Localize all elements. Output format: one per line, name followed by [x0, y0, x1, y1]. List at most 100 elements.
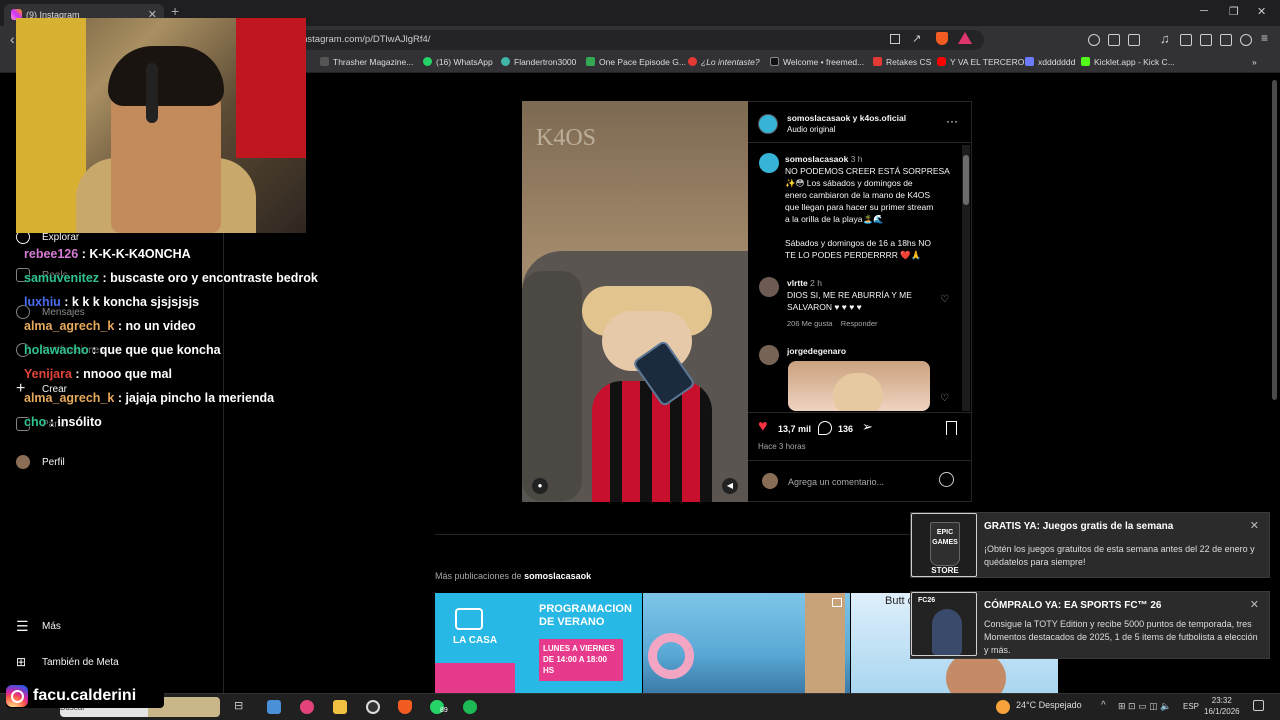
chat-message: cho : insólito	[24, 415, 102, 429]
brave-wallet-icon[interactable]	[1240, 34, 1252, 46]
tray-chevron-icon[interactable]: ^	[1101, 700, 1106, 711]
post-time: Hace 3 horas	[758, 442, 806, 451]
comment-text: DIOS SI, ME RE ABURRÍA Y ME SALVARON ♥ ♥…	[787, 290, 912, 312]
minimize-icon[interactable]: ─	[1200, 5, 1208, 17]
meta-apps-icon: ⊞	[16, 655, 27, 669]
chat-message: samuvenitez : buscaste oro y encontraste…	[24, 271, 318, 285]
page-scrollbar[interactable]	[1272, 80, 1277, 400]
bookmark-item[interactable]: Kicklet.app - Kick C...	[1081, 57, 1175, 67]
notification-center-icon[interactable]	[1253, 700, 1264, 711]
save-bookmark-icon[interactable]	[946, 421, 957, 435]
sidebar-item-mas[interactable]: ☰ Más	[16, 618, 61, 635]
weather-text[interactable]: 24°C Despejado	[1016, 700, 1082, 710]
screenshot-icon[interactable]	[890, 34, 900, 44]
close-notification-icon[interactable]: ✕	[1250, 598, 1259, 611]
music-icon[interactable]: ♫	[1160, 31, 1170, 46]
wallet-icon[interactable]	[1200, 34, 1212, 46]
maximize-icon[interactable]: ❐	[1229, 5, 1239, 18]
bookmark-item[interactable]: Y VA EL TERCERO	[937, 57, 1024, 67]
weather-icon[interactable]	[996, 700, 1010, 714]
bookmark-item[interactable]: One Pace Episode G...	[586, 57, 686, 67]
mute-icon[interactable]: ◀	[722, 478, 738, 494]
comment-avatar[interactable]	[759, 277, 779, 297]
comments-count: 136	[838, 424, 854, 434]
bookmark-item[interactable]: Thrasher Magazine...	[320, 57, 413, 67]
profile-avatar-icon	[16, 455, 30, 469]
file-explorer-icon[interactable]	[333, 700, 347, 714]
divider	[748, 460, 972, 461]
post-video[interactable]: K4OS ● ◀	[522, 101, 748, 502]
streamer-name-overlay: facu.calderini	[6, 684, 164, 708]
likes-count[interactable]: 13,7 mil	[778, 424, 811, 434]
like-heart-icon[interactable]: ♥	[758, 418, 768, 436]
emoji-icon[interactable]	[939, 472, 954, 487]
extension-2-icon[interactable]	[1128, 34, 1140, 46]
comments-scrollbar[interactable]	[962, 145, 970, 411]
vpn-icon[interactable]	[1088, 34, 1100, 46]
bookmark-item[interactable]: xddddddd	[1025, 57, 1075, 67]
audio-label[interactable]: Audio original	[787, 124, 835, 136]
author-avatar[interactable]	[758, 114, 778, 134]
sidebar-item-meta[interactable]: ⊞ También de Meta	[16, 655, 119, 669]
obs-icon[interactable]	[366, 700, 380, 714]
post-authors[interactable]: somoslacasaok y k4os.oficial	[787, 112, 906, 124]
ea-sports-notification[interactable]: FC26 CÓMPRALO YA: EA SPORTS FC™ 26 Consi…	[910, 591, 1270, 659]
clock[interactable]: 23:32 16/1/2026	[1204, 695, 1240, 717]
comment-input[interactable]: Agrega un comentario...	[788, 476, 884, 488]
fc26-game-icon: FC26	[911, 592, 977, 656]
chat-message: alma_agrech_k : no un video	[24, 319, 196, 333]
comment-icon[interactable]	[818, 421, 832, 435]
chat-message: Yenijara : nnooo que mal	[24, 367, 172, 381]
brave-rewards-icon[interactable]	[958, 32, 972, 44]
notification-title: GRATIS YA: Juegos gratis de la semana	[984, 521, 1174, 532]
divider	[748, 142, 972, 143]
chat-message: holawacho : que que que koncha	[24, 343, 221, 357]
back-icon[interactable]: ‹	[10, 31, 15, 47]
sidebar-item-perfil[interactable]: Perfil	[16, 455, 65, 469]
store-icon[interactable]	[267, 700, 281, 714]
new-tab-icon[interactable]: +	[171, 3, 179, 19]
more-post-thumb[interactable]: LA CASA PROGRAMACION DE VERANO LUNES A V…	[435, 593, 642, 693]
epic-games-icon: EPIC GAMES STORE	[911, 513, 977, 577]
streamer-webcam	[16, 18, 306, 233]
close-window-icon[interactable]: ✕	[1257, 5, 1266, 18]
share-icon[interactable]: ↗	[912, 32, 921, 45]
app-icon[interactable]	[300, 700, 314, 714]
caption-avatar[interactable]	[759, 153, 779, 173]
bookmark-item[interactable]: ¿Lo intentaste?	[688, 57, 760, 67]
bookmark-item[interactable]: Welcome • freemed...	[770, 57, 864, 67]
brave-shield-icon[interactable]	[936, 32, 948, 45]
more-bookmarks-icon[interactable]: »	[1252, 57, 1257, 67]
brave-taskbar-icon[interactable]	[398, 700, 412, 714]
bookmark-item[interactable]: Flandertron3000	[501, 57, 576, 67]
language-indicator[interactable]: ESP	[1183, 702, 1199, 711]
comment-gif	[788, 361, 930, 411]
chat-message: rebee126 : K-K-K-K4ONCHA	[24, 247, 191, 261]
more-options-icon[interactable]: ···	[946, 114, 958, 128]
sidebar-toggle-icon[interactable]	[1180, 34, 1192, 46]
spotify-icon[interactable]	[463, 700, 477, 714]
comment-header: vlrtte 2 h	[787, 278, 822, 288]
more-post-thumb[interactable]	[643, 593, 850, 693]
chat-message: alma_agrech_k : jajaja pincho la meriend…	[24, 391, 275, 405]
close-notification-icon[interactable]: ✕	[1250, 519, 1259, 532]
epic-games-notification[interactable]: EPIC GAMES STORE GRATIS YA: Juegos gratis…	[910, 512, 1270, 578]
comment-like-icon[interactable]: ♡	[940, 294, 949, 305]
notification-body: Consigue la TOTY Edition y recibe 5000 p…	[984, 619, 1258, 655]
caption-text: NO PODEMOS CREER ESTÁ SORPRESA ✨😳 Los sá…	[785, 166, 950, 224]
tray-icons[interactable]: ⊞ ⊡ ▭ ◫ 🔈	[1118, 701, 1171, 712]
puzzle-extensions-icon[interactable]	[1220, 34, 1232, 46]
tagged-users-icon[interactable]: ●	[532, 478, 548, 494]
bookmark-item[interactable]: (16) WhatsApp	[423, 57, 493, 67]
extension-icon[interactable]	[1108, 34, 1120, 46]
bookmark-item[interactable]: Retakes CS	[873, 57, 931, 67]
caption-header: somoslacasaok 3 h	[785, 154, 863, 164]
caption-text-2: Sábados y domingos de 16 a 18hs NO TE LO…	[785, 238, 932, 260]
comment2-avatar[interactable]	[759, 345, 779, 365]
more-posts-title: Más publicaciones de somoslacasaok	[435, 571, 592, 581]
share-icon[interactable]: ➢	[862, 419, 873, 435]
menu-hamburger-icon[interactable]: ≡	[1261, 31, 1268, 45]
comment2-user[interactable]: jorgedegenaro	[787, 345, 846, 357]
comment2-like-icon[interactable]: ♡	[940, 393, 949, 404]
task-view-icon[interactable]: ⊟	[234, 699, 243, 712]
